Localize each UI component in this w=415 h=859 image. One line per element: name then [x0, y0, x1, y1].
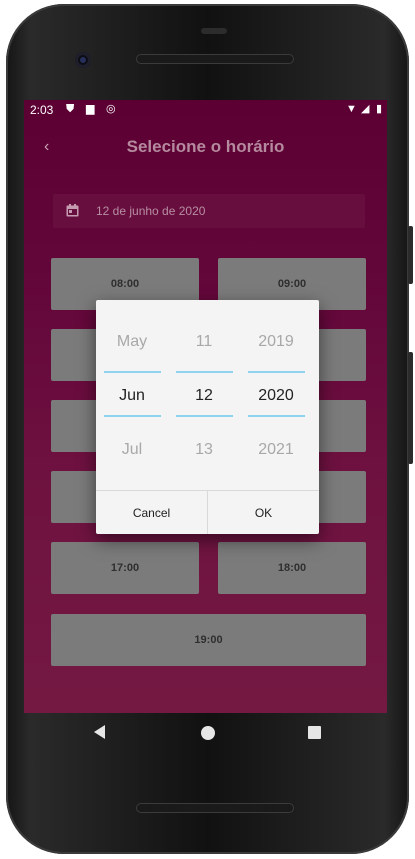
ok-button[interactable]: OK [208, 491, 319, 534]
time-slot-1700[interactable]: 17:00 [51, 542, 199, 594]
date-value: 12 de junho de 2020 [96, 204, 206, 218]
status-time: 2:03 [30, 103, 54, 117]
calendar-icon [66, 204, 79, 217]
power-button [408, 226, 413, 284]
month-prev[interactable]: May [103, 333, 161, 351]
back-triangle-icon[interactable] [94, 725, 105, 739]
bottom-speaker-grille [136, 803, 294, 813]
sync-icon: ◎ [106, 103, 116, 115]
year-next[interactable]: 2021 [247, 441, 305, 459]
system-nav-bar [24, 713, 387, 757]
month-divider-bottom [104, 415, 161, 417]
volume-rocker [408, 352, 413, 464]
time-slot-1800[interactable]: 18:00 [218, 542, 366, 594]
battery-icon: ▮ [376, 103, 383, 115]
month-selected[interactable]: Jun [103, 387, 161, 405]
day-prev[interactable]: 11 [175, 333, 233, 351]
earpiece-slot [201, 28, 227, 34]
day-selected[interactable]: 12 [175, 387, 233, 405]
year-divider-top [248, 371, 305, 373]
app-screen: 2:03 ⛊ ▆ ◎ ▼ ◢ ▮ ‹ Selecione o horário 1… [24, 100, 387, 713]
year-divider-bottom [248, 415, 305, 417]
front-camera [75, 52, 91, 68]
status-bar: 2:03 ⛊ ▆ ◎ ▼ ◢ ▮ [24, 100, 387, 120]
time-slot-1900[interactable]: 19:00 [51, 614, 366, 666]
day-next[interactable]: 13 [175, 441, 233, 459]
cell-signal-icon: ◢ [361, 103, 370, 115]
home-circle-icon[interactable] [201, 726, 215, 740]
month-next[interactable]: Jul [103, 441, 161, 459]
app-bar: ‹ Selecione o horário [24, 120, 387, 176]
sd-card-icon: ▆ [86, 103, 95, 115]
day-divider-bottom [176, 415, 233, 417]
date-picker-dialog: May Jun Jul 11 12 13 2019 2020 2021 Canc… [96, 300, 319, 534]
recents-square-icon[interactable] [308, 726, 321, 739]
wifi-icon: ▼ [346, 103, 357, 115]
year-selected[interactable]: 2020 [247, 387, 305, 405]
month-divider-top [104, 371, 161, 373]
page-title: Selecione o horário [126, 137, 285, 156]
cancel-button[interactable]: Cancel [96, 491, 207, 534]
date-field[interactable]: 12 de junho de 2020 [53, 194, 365, 228]
year-prev[interactable]: 2019 [247, 333, 305, 351]
top-speaker-grille [136, 54, 294, 64]
day-divider-top [176, 371, 233, 373]
shield-icon: ⛊ [66, 103, 75, 115]
